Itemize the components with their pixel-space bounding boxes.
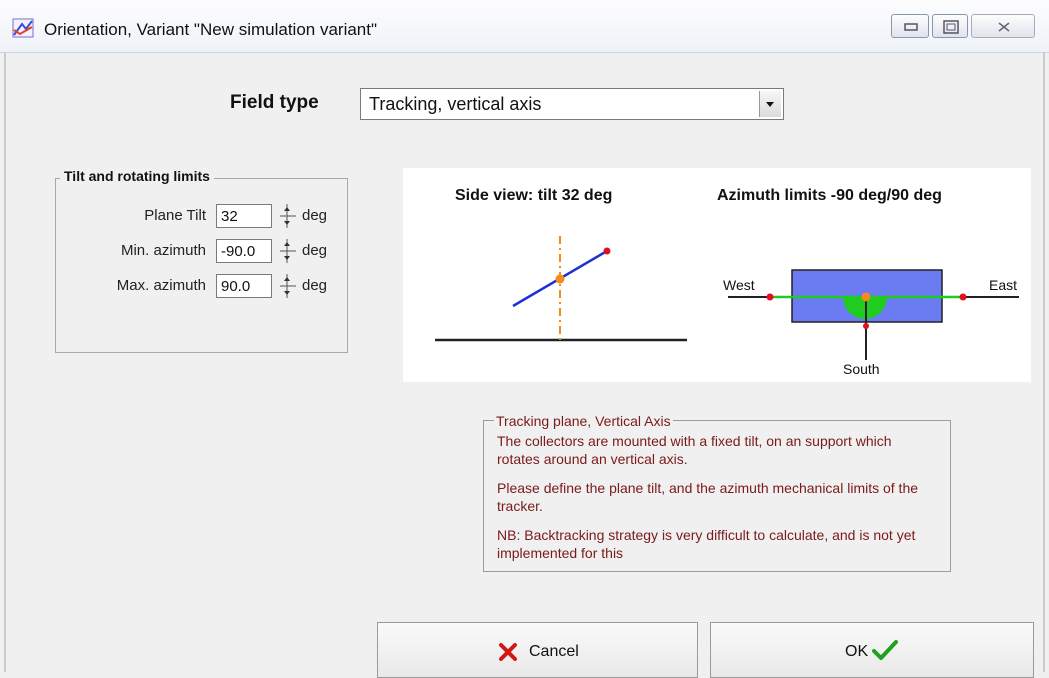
south-point — [863, 323, 869, 329]
field-type-label: Field type — [230, 92, 319, 113]
max-azimuth-unit: deg — [302, 277, 328, 294]
plane-tilt-unit: deg — [302, 207, 328, 224]
field-type-dropdown-button[interactable] — [759, 91, 781, 117]
plane-tilt-spinner[interactable] — [276, 203, 298, 229]
max-azimuth-input[interactable]: 90.0 — [216, 274, 272, 298]
chevron-down-icon — [766, 102, 774, 107]
description-text-1: The collectors are mounted with a fixed … — [497, 433, 892, 467]
center-point — [861, 292, 871, 302]
ok-button[interactable]: OK — [710, 622, 1034, 678]
orientation-diagram: Side view: tilt 32 deg Azimuth limits -9… — [403, 168, 1031, 382]
east-label: East — [989, 277, 1017, 293]
spin-down-icon — [284, 256, 290, 260]
max-azimuth-spinner[interactable] — [276, 273, 298, 299]
description-title: Tracking plane, Vertical Axis — [494, 413, 673, 429]
min-azimuth-unit: deg — [302, 242, 328, 259]
east-limit-point — [959, 293, 967, 301]
spin-down-icon — [284, 221, 290, 225]
plane-end-point — [603, 247, 611, 255]
orientation-dialog: Orientation, Variant "New simulation var… — [0, 0, 1049, 678]
close-button[interactable] — [971, 14, 1035, 38]
spin-up-icon — [284, 242, 290, 246]
cancel-button-label: Cancel — [529, 643, 579, 660]
west-label: West — [723, 277, 755, 293]
maximize-icon — [943, 20, 959, 34]
minimize-icon — [904, 23, 918, 31]
field-type-value: Tracking, vertical axis — [369, 94, 542, 114]
title-bar: Orientation, Variant "New simulation var… — [0, 0, 1049, 53]
max-azimuth-label: Max. azimuth — [116, 277, 206, 294]
plane-tilt-input[interactable]: 32 — [216, 204, 272, 228]
window-border-right — [1043, 52, 1045, 672]
min-azimuth-label: Min. azimuth — [120, 242, 206, 259]
checkmark-icon — [872, 640, 898, 660]
spin-up-icon — [284, 207, 290, 211]
south-label: South — [843, 361, 880, 377]
azimuth-limits-title: Azimuth limits -90 deg/90 deg — [717, 187, 942, 204]
ok-button-label: OK — [845, 643, 869, 660]
maximize-button[interactable] — [932, 14, 968, 38]
side-view-title: Side view: tilt 32 deg — [455, 187, 612, 204]
minimize-button[interactable] — [891, 14, 929, 38]
window-border-left — [4, 52, 6, 672]
min-azimuth-spinner[interactable] — [276, 238, 298, 264]
west-limit-point — [766, 293, 774, 301]
cancel-x-icon — [499, 643, 517, 661]
spin-up-icon — [284, 277, 290, 281]
min-azimuth-input[interactable]: -90.0 — [216, 239, 272, 263]
cancel-button[interactable]: Cancel — [377, 622, 698, 678]
close-icon — [998, 22, 1010, 32]
description-text-3: NB: Backtracking strategy is very diffic… — [497, 527, 916, 561]
pivot-point — [555, 274, 565, 284]
description-text-2: Please define the plane tilt, and the az… — [497, 480, 919, 514]
field-type-select[interactable]: Tracking, vertical axis — [360, 88, 784, 120]
plane-tilt-label: Plane Tilt — [144, 207, 206, 224]
tilt-limits-group — [55, 178, 348, 353]
window-title: Orientation, Variant "New simulation var… — [44, 20, 378, 39]
tilt-limits-group-title: Tilt and rotating limits — [60, 168, 214, 184]
app-icon — [12, 18, 34, 38]
spin-down-icon — [284, 291, 290, 295]
